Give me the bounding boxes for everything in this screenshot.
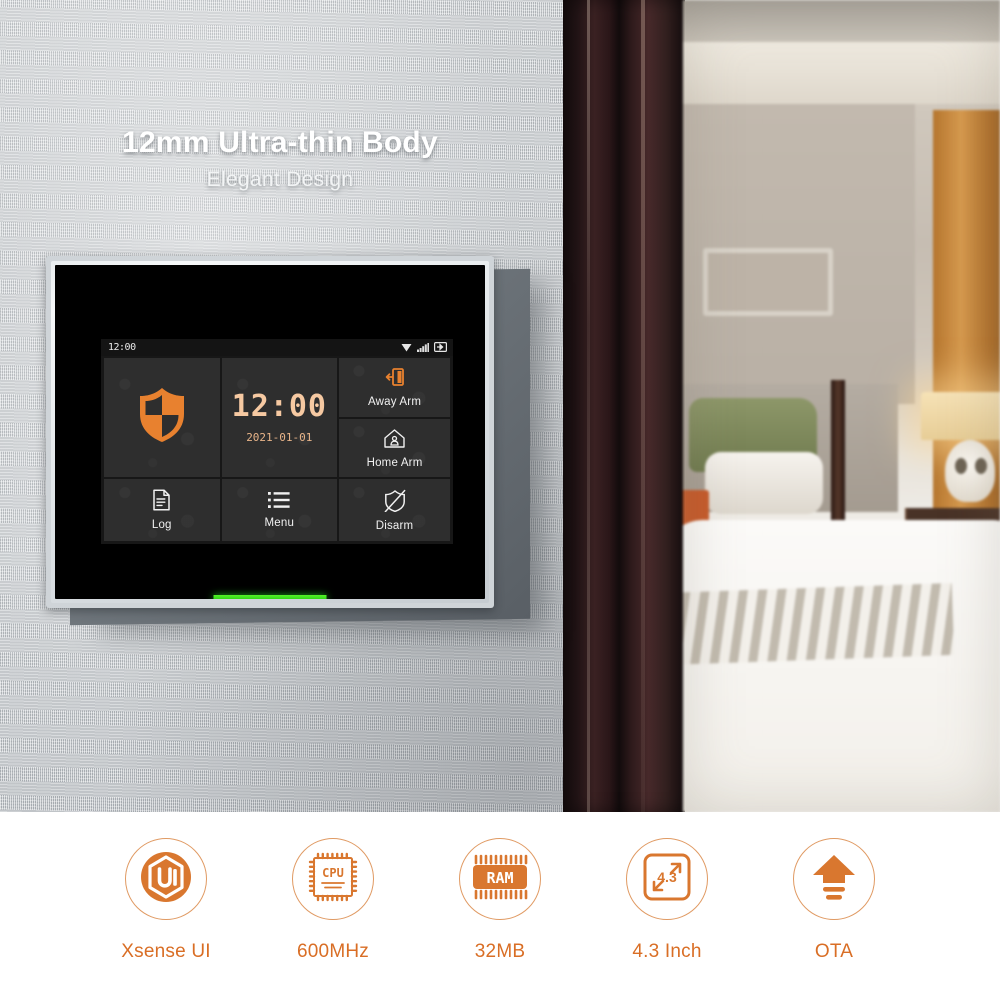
jamb-highlight: [587, 0, 590, 812]
screen-size-icon: 4.3: [640, 850, 694, 909]
white-pillow: [705, 452, 823, 514]
feature-label: 4.3 Inch: [632, 941, 702, 962]
feature-icon-circle: [793, 838, 875, 920]
feature-icon-circle: [125, 838, 207, 920]
tile-log[interactable]: Log: [104, 479, 220, 541]
feature-label: 600MHz: [297, 941, 369, 962]
feature-ram[interactable]: RAM 32MB: [417, 838, 584, 963]
wifi-icon: [401, 339, 412, 357]
tile-home-arm[interactable]: Home Arm: [339, 418, 450, 478]
status-bar: 12:00: [101, 339, 453, 356]
feature-label: OTA: [814, 941, 854, 962]
document-icon: [152, 489, 171, 516]
feature-icon-circle: 4.3: [626, 838, 708, 920]
bed-runner: [683, 582, 955, 666]
device-glass-front: 12:00 12:00 2021-01-01 Away Arm Home Arm…: [55, 265, 485, 599]
status-bar-time: 12:00: [108, 342, 136, 353]
ram-chip-icon: RAM: [470, 854, 530, 905]
feature-icon-circle: RAM: [459, 838, 541, 920]
hero-banner: 12mm Ultra-thin Body Elegant Design 12:0…: [0, 0, 1000, 812]
exit-door-icon: [384, 366, 406, 393]
ui-hexagon-icon: [137, 848, 195, 911]
tile-menu-label: Menu: [264, 517, 295, 530]
feature-cpu[interactable]: CPU 600MHz: [250, 838, 417, 963]
ceiling: [683, 0, 1000, 42]
ceiling-cove: [683, 42, 1000, 104]
tile-away-arm[interactable]: Away Arm: [339, 358, 450, 417]
bed-post: [831, 380, 845, 530]
clock-time: 12:00: [231, 388, 327, 424]
tile-disarm-label: Disarm: [375, 519, 414, 532]
bedroom-scene: [683, 0, 1000, 812]
tile-away-arm-label: Away Arm: [367, 396, 422, 409]
tile-armed-status[interactable]: [104, 358, 220, 478]
cpu-chip-icon: CPU: [305, 849, 361, 910]
shield-slash-icon: [384, 489, 406, 517]
feature-ota[interactable]: OTA: [751, 838, 918, 963]
page-title: 12mm Ultra-thin Body: [122, 126, 438, 159]
lamp-base-detail-left: [955, 458, 967, 474]
framed-art: [703, 248, 833, 316]
tile-disarm[interactable]: Disarm: [339, 479, 450, 541]
house-person-icon: [383, 428, 406, 454]
device-bezel: 12:00 12:00 2021-01-01 Away Arm Home Arm…: [51, 261, 489, 603]
tile-menu[interactable]: Menu: [221, 479, 338, 541]
feature-strip: Xsense UI CPU 600MHz RAM 32MB 4.3 4.3 In…: [0, 812, 1000, 1000]
list-icon: [268, 491, 290, 514]
lamp-base-detail-right: [975, 458, 987, 474]
alarm-panel-device: 12:00 12:00 2021-01-01 Away Arm Home Arm…: [46, 256, 494, 608]
lamp-base: [945, 440, 995, 502]
bed-duvet: [683, 520, 1000, 812]
svg-text:CPU: CPU: [322, 866, 344, 880]
tile-home-arm-label: Home Arm: [366, 456, 423, 469]
feature-label: 32MB: [474, 941, 526, 962]
feature-icon-circle: CPU: [292, 838, 374, 920]
feature-screen-size[interactable]: 4.3 4.3 Inch: [584, 838, 751, 963]
door-jamb: [563, 0, 685, 812]
tile-clock[interactable]: 12:00 2021-01-01: [221, 358, 338, 478]
clock-date: 2021-01-01: [246, 430, 313, 444]
feature-xsense-ui[interactable]: Xsense UI: [83, 838, 250, 963]
cellular-signal-icon: [417, 339, 430, 357]
svg-text:4.3: 4.3: [657, 869, 677, 885]
lcd-screen: 12:00 12:00 2021-01-01 Away Arm Home Arm…: [101, 339, 453, 544]
sim-card-icon: [434, 339, 448, 357]
jamb-highlight-secondary: [641, 0, 645, 812]
page-subtitle: Elegant Design: [206, 168, 354, 191]
shield-icon: [136, 386, 188, 449]
svg-text:RAM: RAM: [486, 869, 513, 887]
status-led: [213, 595, 327, 599]
status-bar-icons: [401, 339, 448, 357]
tile-log-label: Log: [151, 519, 172, 532]
feature-label: Xsense UI: [121, 941, 211, 962]
lamp-shade: [921, 392, 1000, 440]
ota-upload-icon: [808, 851, 860, 908]
headline-block: 12mm Ultra-thin Body Elegant Design: [0, 126, 560, 192]
home-screen-grid: 12:00 2021-01-01 Away Arm Home Arm Log M…: [101, 356, 453, 544]
